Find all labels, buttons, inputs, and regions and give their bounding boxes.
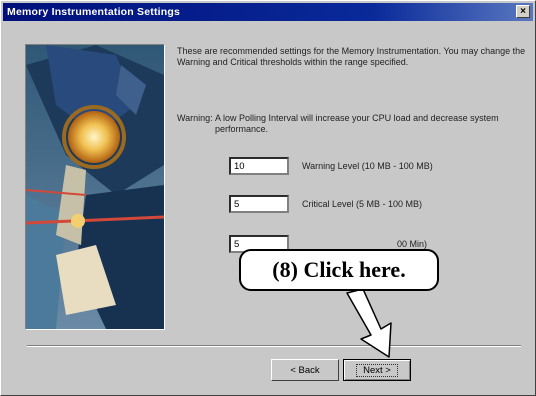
- wizard-illustration: [25, 44, 165, 330]
- separator: [27, 345, 521, 347]
- warning-text: A low Polling Interval will increase you…: [215, 113, 499, 134]
- memory-instrumentation-dialog: Memory Instrumentation Settings × These …: [0, 0, 536, 396]
- critical-level-input[interactable]: [229, 195, 289, 213]
- warning-level-label: Warning Level (10 MB - 100 MB): [302, 161, 433, 171]
- intro-text: These are recommended settings for the M…: [177, 46, 526, 67]
- callout-annotation: (8) Click here.: [239, 249, 439, 291]
- next-button[interactable]: Next >: [343, 359, 411, 381]
- back-button-label: < Back: [290, 364, 320, 376]
- back-button[interactable]: < Back: [271, 359, 339, 381]
- critical-level-label: Critical Level (5 MB - 100 MB): [302, 199, 423, 209]
- close-button[interactable]: ×: [516, 5, 530, 18]
- pointer-arrow-icon: [346, 291, 392, 358]
- warning-level-input[interactable]: [229, 157, 289, 175]
- illustration-graphic: [26, 45, 164, 329]
- warning-label: Warning:: [177, 113, 213, 123]
- next-button-label: Next >: [356, 363, 398, 377]
- polling-interval-label: 00 Min): [397, 239, 428, 249]
- callout-text: (8) Click here.: [272, 257, 406, 282]
- window-title: Memory Instrumentation Settings: [7, 6, 181, 18]
- title-bar[interactable]: Memory Instrumentation Settings ×: [3, 3, 533, 21]
- close-icon: ×: [520, 6, 526, 17]
